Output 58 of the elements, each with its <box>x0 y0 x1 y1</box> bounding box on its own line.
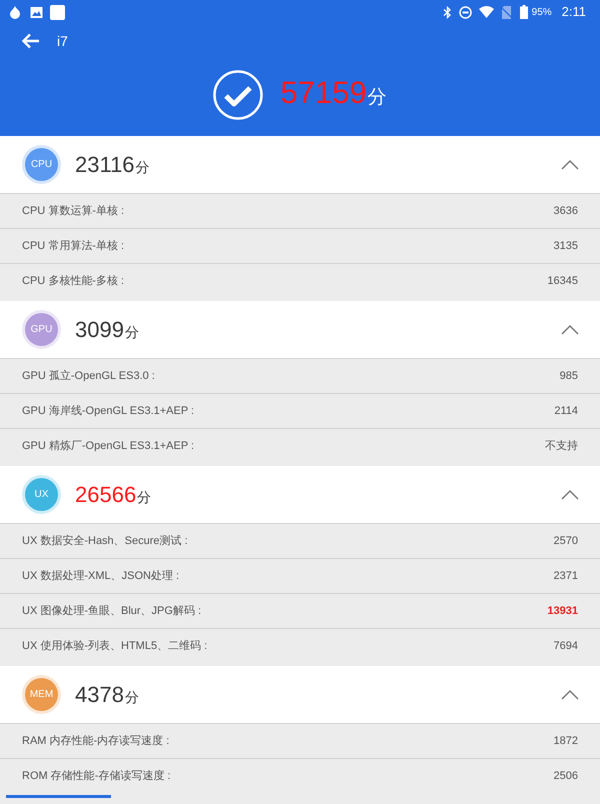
total-score: 57159 <box>280 77 367 108</box>
test-score: 985 <box>560 368 578 384</box>
chevron-up-icon <box>560 324 580 336</box>
test-label: GPU 海岸线-OpenGL ES3.1+AEP : <box>22 404 194 419</box>
back-arrow-icon <box>22 33 40 49</box>
test-score: 2506 <box>554 769 578 784</box>
collapse-toggle[interactable] <box>560 488 580 500</box>
category-score: 23116 <box>75 151 135 179</box>
collapse-toggle[interactable] <box>560 324 580 336</box>
collapse-toggle[interactable] <box>560 688 580 700</box>
test-label: CPU 多核性能-多核 : <box>22 274 124 290</box>
test-label: GPU 精炼厂-OpenGL ES3.1+AEP : <box>22 439 194 454</box>
score-unit: 分 <box>124 323 139 342</box>
test-score: 13931 <box>547 604 578 619</box>
category-score: 26566 <box>75 481 136 509</box>
test-label: UX 数据处理-XML、JSON处理 : <box>22 568 180 584</box>
test-score: 2570 <box>554 534 578 549</box>
test-score: 7694 <box>554 639 578 654</box>
chevron-up-icon <box>560 688 580 700</box>
category-badge: MEM <box>25 678 58 711</box>
test-label: CPU 算数运算-单核 : <box>22 204 124 219</box>
category-badge: UX <box>25 478 58 511</box>
clock-time: 2:11 <box>562 3 586 22</box>
score-unit: 分 <box>136 158 150 177</box>
test-label: RAM 内存性能-内存读写速度 : <box>22 734 170 749</box>
test-score: 16345 <box>547 274 578 290</box>
collapse-toggle[interactable] <box>560 158 580 170</box>
no-sim-icon <box>500 6 512 18</box>
test-score: 3636 <box>554 204 578 219</box>
score-unit: 分 <box>137 488 152 507</box>
test-label: ROM 存储性能-存储读写速度 : <box>22 768 170 784</box>
battery-icon <box>520 5 528 19</box>
test-score: 2114 <box>554 404 578 419</box>
test-score: 不支持 <box>545 439 578 454</box>
score-unit: 分 <box>124 688 139 707</box>
test-label: UX 使用体验-列表、HTML5、二维码 : <box>22 638 208 654</box>
test-score: 2371 <box>554 568 578 584</box>
test-label: UX 图像处理-鱼眼、Blur、JPG解码 : <box>22 604 202 619</box>
square-icon <box>50 4 65 20</box>
category-score: 3099 <box>75 316 124 344</box>
page-title: i7 <box>57 32 68 50</box>
test-label: GPU 孤立-OpenGL ES3.0 : <box>22 368 155 384</box>
test-label: UX 数据安全-Hash、Secure测试 : <box>22 534 188 549</box>
chevron-up-icon <box>560 158 580 170</box>
chevron-up-icon <box>560 488 580 500</box>
bluetooth-icon <box>442 6 452 18</box>
battery-percent: 95% <box>532 6 552 20</box>
test-label: CPU 常用算法-单核 : <box>22 238 124 254</box>
category-score: 4378 <box>75 681 124 709</box>
category-badge: CPU <box>25 148 58 181</box>
category-badge: GPU <box>25 313 58 346</box>
test-score: 3135 <box>554 238 578 254</box>
image-icon <box>30 6 43 18</box>
check-circle-icon <box>213 70 264 120</box>
test-score: 1872 <box>554 734 578 749</box>
do-not-disturb-icon <box>458 6 472 18</box>
wifi-icon <box>478 6 494 18</box>
score-unit: 分 <box>368 86 387 110</box>
